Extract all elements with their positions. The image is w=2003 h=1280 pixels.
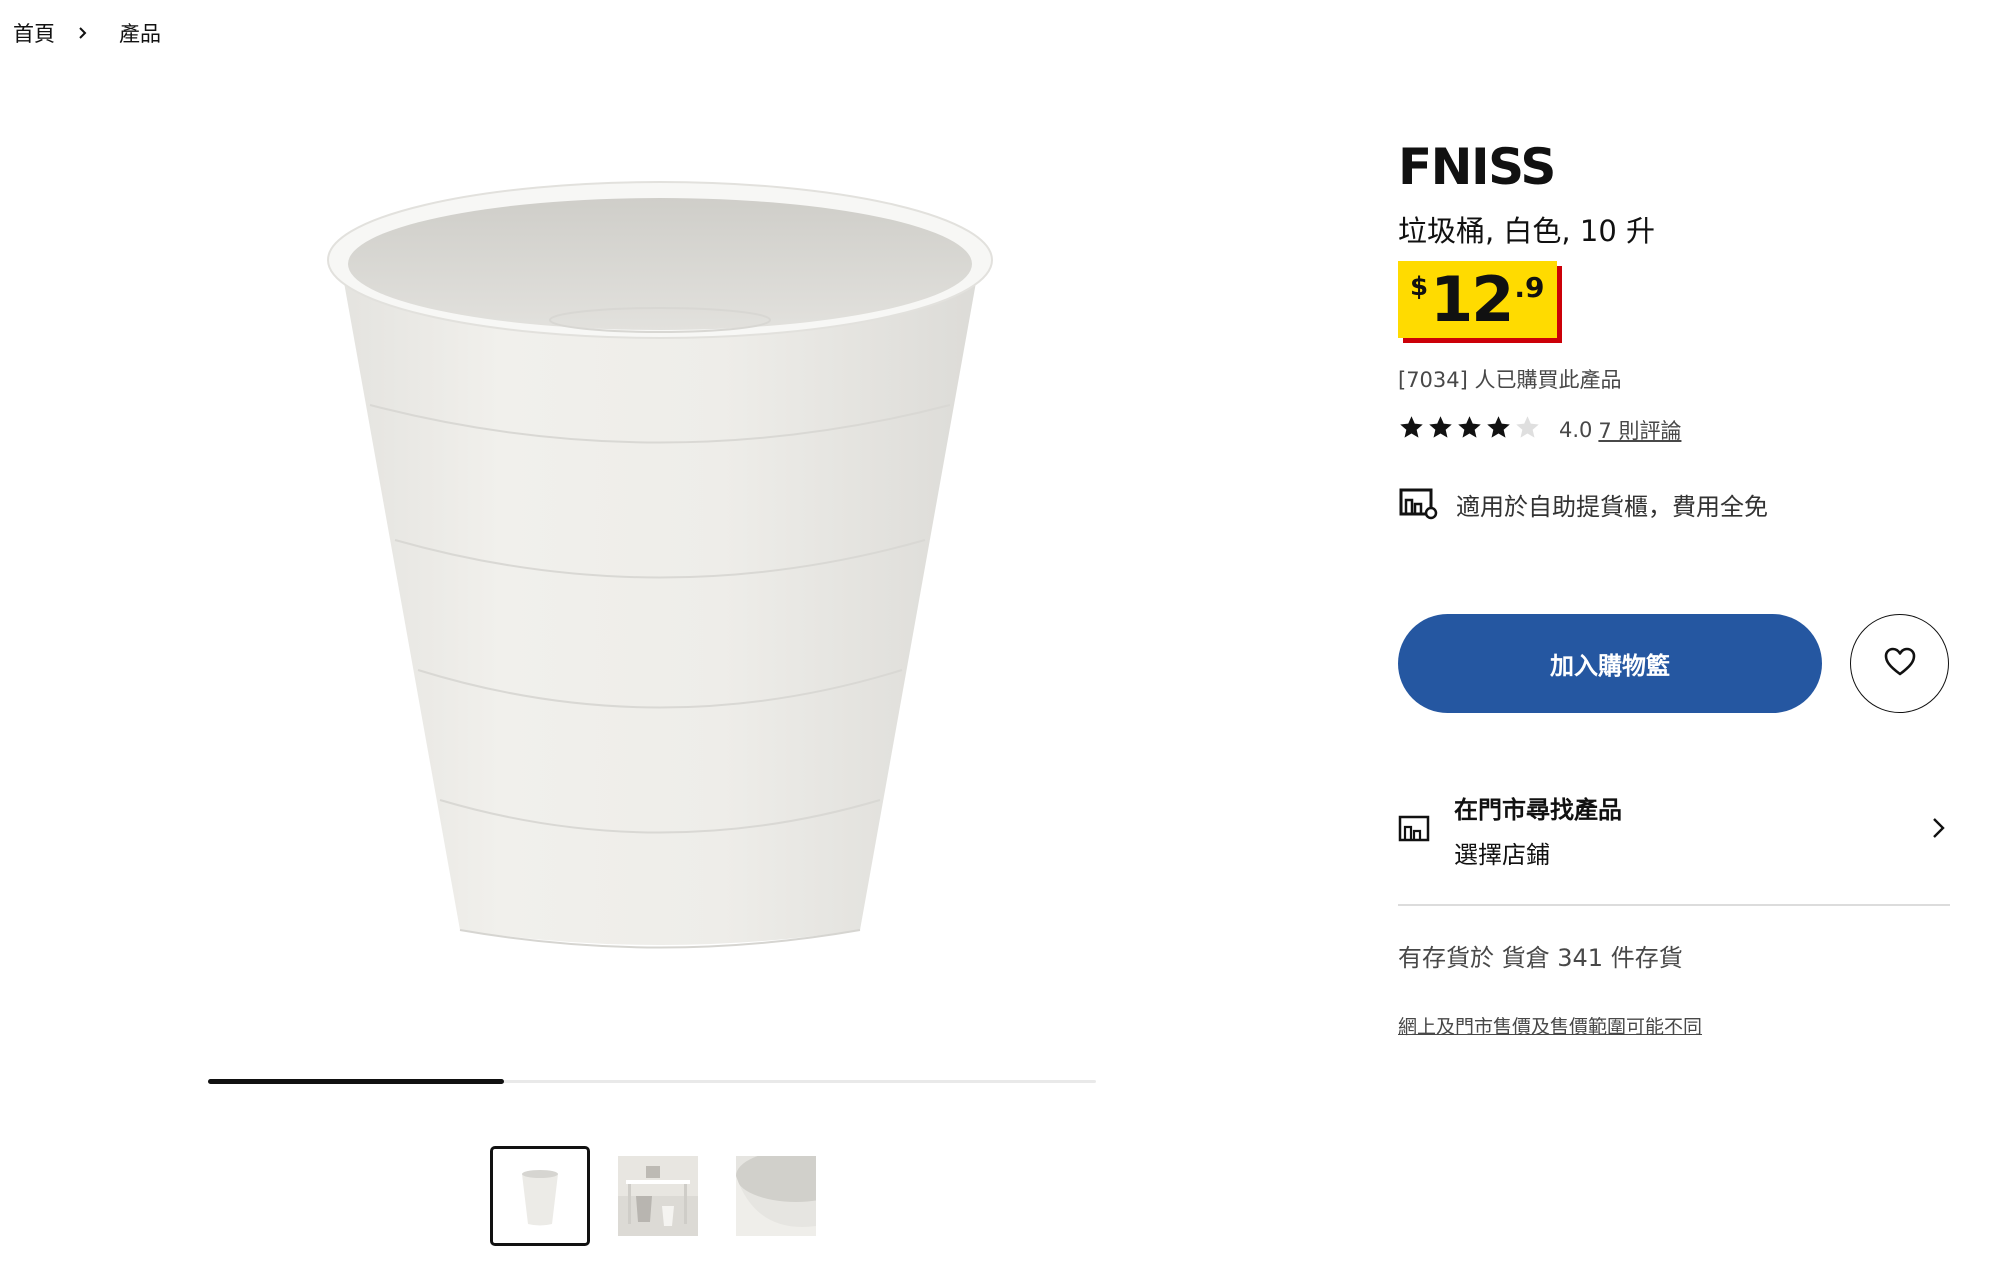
stock-status: 有存貨於 貨倉 341 件存貨 <box>1398 944 1683 972</box>
thumbnail-bin-in-room[interactable] <box>608 1146 708 1246</box>
divider <box>1398 904 1950 906</box>
purchased-count: [7034] 人已購買此產品 <box>1398 368 1622 392</box>
reviews-link[interactable]: 7 則評論 <box>1598 415 1681 445</box>
product-description: 垃圾桶, 白色, 10 升 <box>1398 214 1655 248</box>
pickup-info: 適用於自助提貨櫃，費用全免 <box>1398 484 1768 524</box>
rating-stars <box>1398 414 1541 445</box>
gallery-scrollbar[interactable] <box>208 1079 1096 1084</box>
store-texts: 在門市尋找產品 選擇店鋪 <box>1454 790 1926 870</box>
star-filled-icon <box>1485 414 1512 445</box>
star-filled-icon <box>1427 414 1454 445</box>
chevron-right-icon <box>1926 816 1950 844</box>
price-disclaimer-link[interactable]: 網上及門市售價及售價範圍可能不同 <box>1398 1012 1702 1039</box>
store-subtitle: 選擇店鋪 <box>1454 841 1550 869</box>
favorite-button[interactable] <box>1850 614 1949 713</box>
star-empty-icon <box>1514 414 1541 445</box>
breadcrumb-products[interactable]: 產品 <box>119 18 161 48</box>
thumbnail-bin-front[interactable] <box>490 1146 590 1246</box>
thumbnail-strip <box>490 1146 826 1246</box>
pickup-text: 適用於自助提貨櫃，費用全免 <box>1456 492 1768 521</box>
parcel-locker-icon <box>1398 484 1456 524</box>
star-filled-icon <box>1398 414 1425 445</box>
store-title: 在門市尋找產品 <box>1454 796 1622 824</box>
store-icon <box>1398 813 1454 847</box>
chevron-right-icon <box>77 26 89 40</box>
rating: 4.0 7 則評論 <box>1398 414 1681 445</box>
find-in-store-row[interactable]: 在門市尋找產品 選擇店鋪 <box>1398 790 1950 870</box>
gallery-scrollbar-thumb[interactable] <box>208 1079 504 1084</box>
rating-value: 4.0 <box>1559 417 1593 442</box>
heart-icon <box>1883 646 1917 682</box>
product-name: FNISS <box>1398 138 1556 196</box>
price-integer: 12 <box>1430 263 1514 336</box>
breadcrumb: 首頁 產品 <box>13 18 161 48</box>
price-tag: $ 12 .9 <box>1398 261 1557 338</box>
star-filled-icon <box>1456 414 1483 445</box>
price-currency: $ <box>1410 272 1429 302</box>
breadcrumb-home[interactable]: 首頁 <box>13 18 55 48</box>
thumbnail-bin-closeup[interactable] <box>726 1146 826 1246</box>
price-decimal: .9 <box>1514 271 1545 304</box>
product-main-image[interactable] <box>300 160 1020 1000</box>
add-to-cart-button[interactable]: 加入購物籃 <box>1398 614 1822 713</box>
